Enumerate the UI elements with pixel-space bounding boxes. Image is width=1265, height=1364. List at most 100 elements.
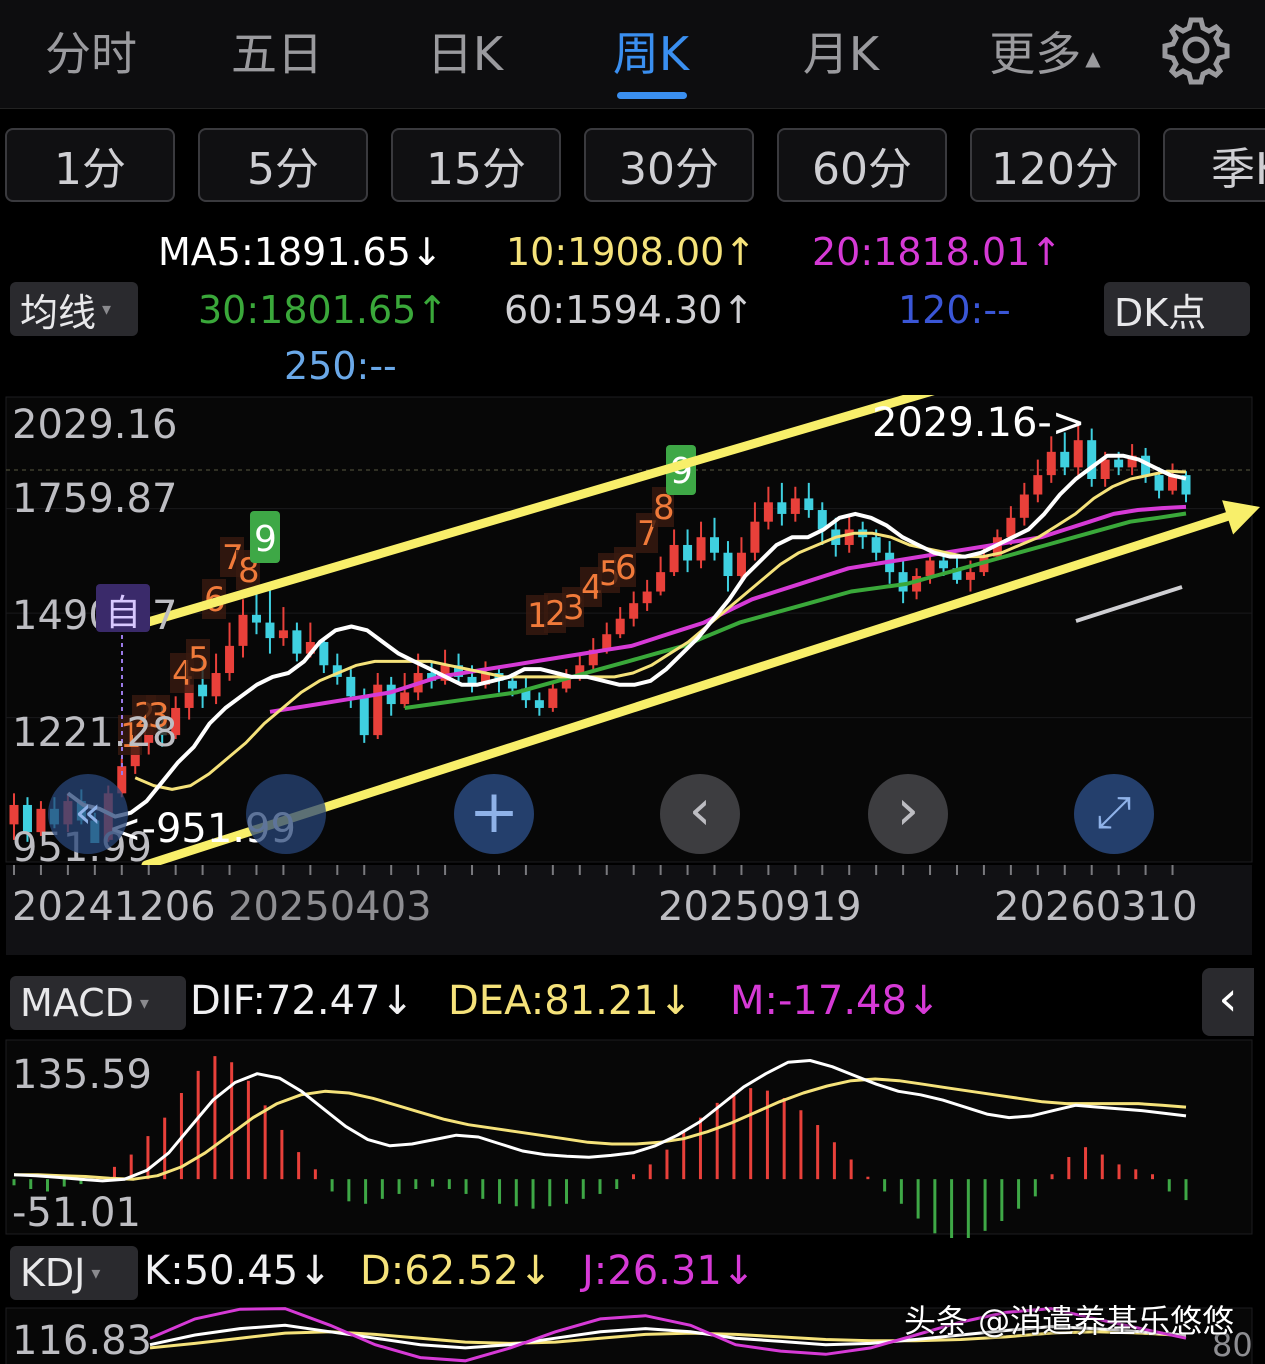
kdj-high-label: 116.83 bbox=[12, 1318, 152, 1364]
period-selector: 1分 5分 15分 30分 60分 120分 季K bbox=[0, 118, 1265, 212]
caret-down-icon: ▾ bbox=[91, 1262, 101, 1284]
period-1min-button[interactable]: 1分 bbox=[5, 128, 175, 202]
expand-icon: ⤢ bbox=[1096, 787, 1132, 838]
tab-intraday[interactable]: 分时 bbox=[36, 18, 146, 84]
fullscreen-button[interactable]: ⤢ bbox=[1074, 774, 1154, 854]
chevron-right-icon: › bbox=[896, 778, 920, 843]
date-label-1: 20241206 bbox=[12, 884, 216, 930]
candle-body bbox=[359, 696, 369, 736]
macd-chart[interactable] bbox=[0, 1038, 1265, 1238]
sequence-tag: 6 bbox=[615, 548, 637, 588]
price-label-2: 1759.87 bbox=[12, 476, 178, 522]
tab-more[interactable]: 更多 ▲ bbox=[975, 18, 1115, 84]
period-15min-button[interactable]: 15分 bbox=[391, 128, 561, 202]
candle-body bbox=[1060, 451, 1070, 468]
candle-body bbox=[534, 700, 544, 708]
plus-icon: + bbox=[468, 777, 520, 847]
ma120-label: 120:-- bbox=[898, 288, 1011, 332]
candle-body bbox=[696, 537, 706, 561]
macd-dropdown[interactable]: MACD ▾ bbox=[10, 976, 186, 1030]
candle-body bbox=[211, 673, 221, 697]
tab-more-label: 更多 bbox=[989, 27, 1082, 81]
tab-five-day[interactable]: 五日 bbox=[222, 18, 332, 84]
side-panel-toggle[interactable]: ‹ bbox=[1202, 968, 1254, 1036]
period-30min-button[interactable]: 30分 bbox=[584, 128, 754, 202]
sequence-tag: 5 bbox=[188, 640, 210, 680]
caret-down-icon: ▾ bbox=[102, 298, 112, 320]
candle-body bbox=[736, 552, 746, 577]
double-chevron-left-icon: « bbox=[74, 787, 102, 838]
ma20-label: 20:1818.01↑ bbox=[812, 230, 1063, 274]
candle-body bbox=[898, 572, 908, 592]
candle-body bbox=[615, 618, 625, 635]
candle-body bbox=[939, 560, 949, 569]
candle-body bbox=[1046, 451, 1056, 476]
candle-body bbox=[1087, 440, 1097, 480]
top-tab-bar: 分时 五日 日K 周K 月K 更多 ▲ bbox=[0, 0, 1265, 109]
tab-monthly-k[interactable]: 月K bbox=[786, 18, 896, 84]
candle-body bbox=[225, 645, 235, 674]
dk-point-label: DK点 bbox=[1114, 290, 1207, 335]
zoom-back-button[interactable]: « bbox=[48, 774, 128, 854]
scroll-prev-button[interactable]: ‹ bbox=[660, 774, 740, 854]
chevron-left-icon: ‹ bbox=[1218, 971, 1238, 1027]
candle-body bbox=[319, 641, 329, 666]
macd-dif-value: DIF:72.47↓ bbox=[190, 978, 415, 1024]
zoom-out-button[interactable] bbox=[246, 774, 326, 854]
kdj-dropdown[interactable]: KDJ ▾ bbox=[10, 1246, 138, 1300]
price-label-4: 1221.28 bbox=[12, 710, 178, 756]
macd-low-label: -51.01 bbox=[12, 1190, 141, 1236]
period-120min-button[interactable]: 120分 bbox=[970, 128, 1140, 202]
period-5min-button[interactable]: 5分 bbox=[198, 128, 368, 202]
kdj-j-value: J:26.31↓ bbox=[582, 1248, 756, 1294]
kdj-d-value: D:62.52↓ bbox=[360, 1248, 553, 1294]
candle-body bbox=[198, 684, 208, 697]
weekly-k-chart[interactable]: 123456789123456789 bbox=[0, 395, 1265, 955]
macd-high-label: 135.59 bbox=[12, 1052, 152, 1098]
candle-body bbox=[1033, 475, 1043, 495]
candle-body bbox=[925, 560, 935, 577]
gear-icon[interactable] bbox=[1160, 14, 1232, 86]
dk-point-button[interactable]: DK点 bbox=[1104, 282, 1250, 336]
candle-body bbox=[790, 498, 800, 514]
scroll-next-button[interactable]: › bbox=[868, 774, 948, 854]
zoom-in-button[interactable]: + bbox=[454, 774, 534, 854]
sequence-tag-nine: 9 bbox=[254, 519, 277, 560]
period-60min-button[interactable]: 60分 bbox=[777, 128, 947, 202]
candle-body bbox=[238, 614, 248, 646]
candle-body bbox=[629, 603, 639, 619]
candle-body bbox=[400, 692, 410, 705]
candle-body bbox=[777, 502, 787, 514]
date-label-2: 20250403 bbox=[228, 884, 432, 930]
ma-type-dropdown[interactable]: 均线 ▾ bbox=[10, 282, 138, 336]
kdj-k-value: K:50.45↓ bbox=[144, 1248, 332, 1294]
candle-body bbox=[750, 521, 760, 553]
caret-down-icon: ▾ bbox=[139, 992, 149, 1014]
candle-body bbox=[683, 544, 693, 561]
ma-type-label: 均线 bbox=[20, 290, 97, 335]
date-label-4: 20260310 bbox=[994, 884, 1198, 930]
candle-body bbox=[292, 630, 302, 654]
chevron-up-icon: ▲ bbox=[1085, 45, 1101, 70]
candle-body bbox=[871, 537, 881, 553]
candle-body bbox=[507, 680, 517, 689]
tab-weekly-k[interactable]: 周K bbox=[596, 18, 706, 84]
tab-daily-k[interactable]: 日K bbox=[410, 18, 520, 84]
candle-body bbox=[548, 688, 558, 708]
ma30-label: 30:1801.65↑ bbox=[198, 288, 449, 332]
candle-body bbox=[1154, 475, 1164, 491]
active-tab-indicator bbox=[617, 92, 687, 99]
ma250-label: 250:-- bbox=[284, 344, 397, 388]
ma60-label: 60:1594.30↑ bbox=[504, 288, 755, 332]
custom-tag: 自 bbox=[96, 584, 150, 634]
candle-body bbox=[642, 591, 652, 604]
candle-body bbox=[1006, 517, 1016, 538]
candle-body bbox=[669, 544, 679, 573]
candle-body bbox=[251, 614, 261, 623]
candle-body bbox=[710, 537, 720, 553]
candle-body bbox=[1019, 494, 1029, 518]
period-quarter-button[interactable]: 季K bbox=[1163, 128, 1265, 202]
macd-m-value: M:-17.48↓ bbox=[730, 978, 941, 1024]
candle-body bbox=[1100, 459, 1110, 480]
candle-body bbox=[965, 572, 975, 580]
